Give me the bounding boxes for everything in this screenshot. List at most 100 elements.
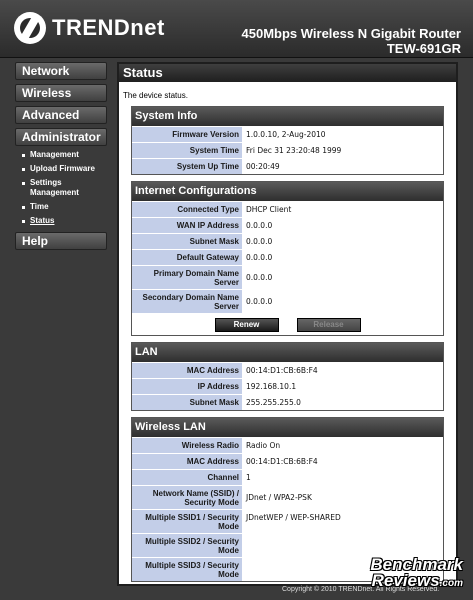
- submenu-settings-management[interactable]: Settings Management: [19, 178, 107, 198]
- row-label: MAC Address: [132, 363, 242, 378]
- row-value: 0.0.0.0: [242, 250, 443, 265]
- info-row: Default Gateway 0.0.0.0: [132, 249, 443, 265]
- row-value: 0.0.0.0: [242, 234, 443, 249]
- sidebar: Network Wireless Advanced Administrator …: [15, 62, 107, 254]
- product-title: 450Mbps Wireless N Gigabit Router TEW-69…: [242, 26, 462, 56]
- nav-wireless[interactable]: Wireless: [15, 84, 107, 102]
- row-value: DHCP Client: [242, 202, 443, 217]
- section-title: LAN: [132, 343, 443, 362]
- submenu-upload-firmware[interactable]: Upload Firmware: [19, 164, 107, 174]
- row-value: 255.255.255.0: [242, 395, 443, 410]
- renew-button[interactable]: Renew: [214, 317, 279, 332]
- brand-name: TRENDnet: [52, 15, 165, 40]
- header: TRENDnet 450Mbps Wireless N Gigabit Rout…: [0, 0, 473, 58]
- status-panel: Status The device status. System Info Fi…: [117, 62, 458, 586]
- row-value: 0.0.0.0: [242, 290, 443, 313]
- watermark-line2: Reviews.com: [370, 571, 463, 592]
- row-value: 1.0.0.10, 2-Aug-2010: [242, 127, 443, 142]
- product-name: 450Mbps Wireless N Gigabit Router: [241, 26, 462, 41]
- row-label: WAN IP Address: [132, 218, 242, 233]
- row-value: JDnetWEP / WEP-SHARED: [242, 510, 443, 533]
- nav-administrator[interactable]: Administrator: [15, 128, 107, 146]
- info-row: Multiple SSID1 / Security Mode JDnetWEP …: [132, 509, 443, 533]
- administrator-submenu: Management Upload Firmware Settings Mana…: [19, 150, 107, 226]
- info-row: Channel 1: [132, 469, 443, 485]
- info-row: Firmware Version 1.0.0.10, 2-Aug-2010: [132, 126, 443, 142]
- trendnet-logo-icon: [14, 12, 46, 44]
- info-row: Network Name (SSID) / Security Mode JDne…: [132, 485, 443, 509]
- row-label: Multiple SSID2 / Security Mode: [132, 534, 242, 557]
- row-value: 0.0.0.0: [242, 218, 443, 233]
- row-value: Fri Dec 31 23:20:48 1999: [242, 143, 443, 158]
- nav-network[interactable]: Network: [15, 62, 107, 80]
- row-value: JDnet / WPA2-PSK: [242, 486, 443, 509]
- info-row: IP Address 192.168.10.1: [132, 378, 443, 394]
- row-value: 0.0.0.0: [242, 266, 443, 289]
- row-value: 00:20:49: [242, 159, 443, 174]
- product-model: TEW-691GR: [386, 41, 461, 56]
- row-label: Subnet Mask: [132, 234, 242, 249]
- row-value: 00:14:D1:CB:6B:F4: [242, 454, 443, 469]
- section-title: Internet Configurations: [132, 182, 443, 201]
- page-description: The device status.: [123, 91, 188, 100]
- info-row: Primary Domain Name Server 0.0.0.0: [132, 265, 443, 289]
- wan-button-row: Renew Release: [132, 313, 443, 335]
- info-row: Wireless Radio Radio On: [132, 437, 443, 453]
- page-title: Status: [119, 64, 456, 82]
- info-row: Connected Type DHCP Client: [132, 201, 443, 217]
- row-value: 1: [242, 470, 443, 485]
- row-label: System Up Time: [132, 159, 242, 174]
- info-row: WAN IP Address 0.0.0.0: [132, 217, 443, 233]
- system-info-section: System Info Firmware Version 1.0.0.10, 2…: [131, 106, 444, 175]
- bullet-icon: [22, 154, 25, 157]
- bullet-icon: [22, 220, 25, 223]
- info-row: System Time Fri Dec 31 23:20:48 1999: [132, 142, 443, 158]
- nav-advanced[interactable]: Advanced: [15, 106, 107, 124]
- row-label: Default Gateway: [132, 250, 242, 265]
- submenu-label: Upload Firmware: [30, 164, 95, 173]
- bullet-icon: [22, 206, 25, 209]
- submenu-label: Settings Management: [30, 178, 79, 197]
- submenu-label: Management: [30, 150, 79, 159]
- submenu-management[interactable]: Management: [19, 150, 107, 160]
- benchmark-reviews-watermark: Benchmark Reviews.com: [370, 556, 463, 592]
- info-row: Subnet Mask 0.0.0.0: [132, 233, 443, 249]
- bullet-icon: [22, 168, 25, 171]
- submenu-label: Time: [30, 202, 49, 211]
- info-row: Secondary Domain Name Server 0.0.0.0: [132, 289, 443, 313]
- watermark-reviews: Reviews: [371, 571, 440, 590]
- row-label: Primary Domain Name Server: [132, 266, 242, 289]
- row-label: IP Address: [132, 379, 242, 394]
- internet-config-section: Internet Configurations Connected Type D…: [131, 181, 444, 336]
- nav-help[interactable]: Help: [15, 232, 107, 250]
- row-label: Multiple SSID1 / Security Mode: [132, 510, 242, 533]
- row-value: Radio On: [242, 438, 443, 453]
- row-label: MAC Address: [132, 454, 242, 469]
- info-row: MAC Address 00:14:D1:CB:6B:F4: [132, 453, 443, 469]
- row-value: [242, 534, 443, 557]
- bullet-icon: [22, 182, 25, 185]
- section-title: Wireless LAN: [132, 418, 443, 437]
- row-label: Network Name (SSID) / Security Mode: [132, 486, 242, 509]
- info-row: Multiple SSID2 / Security Mode: [132, 533, 443, 557]
- row-value: 00:14:D1:CB:6B:F4: [242, 363, 443, 378]
- row-label: Wireless Radio: [132, 438, 242, 453]
- row-value: 192.168.10.1: [242, 379, 443, 394]
- row-label: Channel: [132, 470, 242, 485]
- submenu-label: Status: [30, 216, 55, 225]
- info-row: System Up Time 00:20:49: [132, 158, 443, 174]
- section-title: System Info: [132, 107, 443, 126]
- submenu-status[interactable]: Status: [19, 216, 107, 226]
- row-label: System Time: [132, 143, 242, 158]
- info-row: MAC Address 00:14:D1:CB:6B:F4: [132, 362, 443, 378]
- watermark-domain: .com: [439, 578, 463, 589]
- info-row: Subnet Mask 255.255.255.0: [132, 394, 443, 410]
- row-label: Firmware Version: [132, 127, 242, 142]
- trendnet-logo[interactable]: TRENDnet: [14, 12, 165, 44]
- submenu-time[interactable]: Time: [19, 202, 107, 212]
- release-button[interactable]: Release: [296, 317, 361, 332]
- row-label: Secondary Domain Name Server: [132, 290, 242, 313]
- row-label: Subnet Mask: [132, 395, 242, 410]
- lan-section: LAN MAC Address 00:14:D1:CB:6B:F4 IP Add…: [131, 342, 444, 411]
- row-label: Multiple SSID3 / Security Mode: [132, 558, 242, 581]
